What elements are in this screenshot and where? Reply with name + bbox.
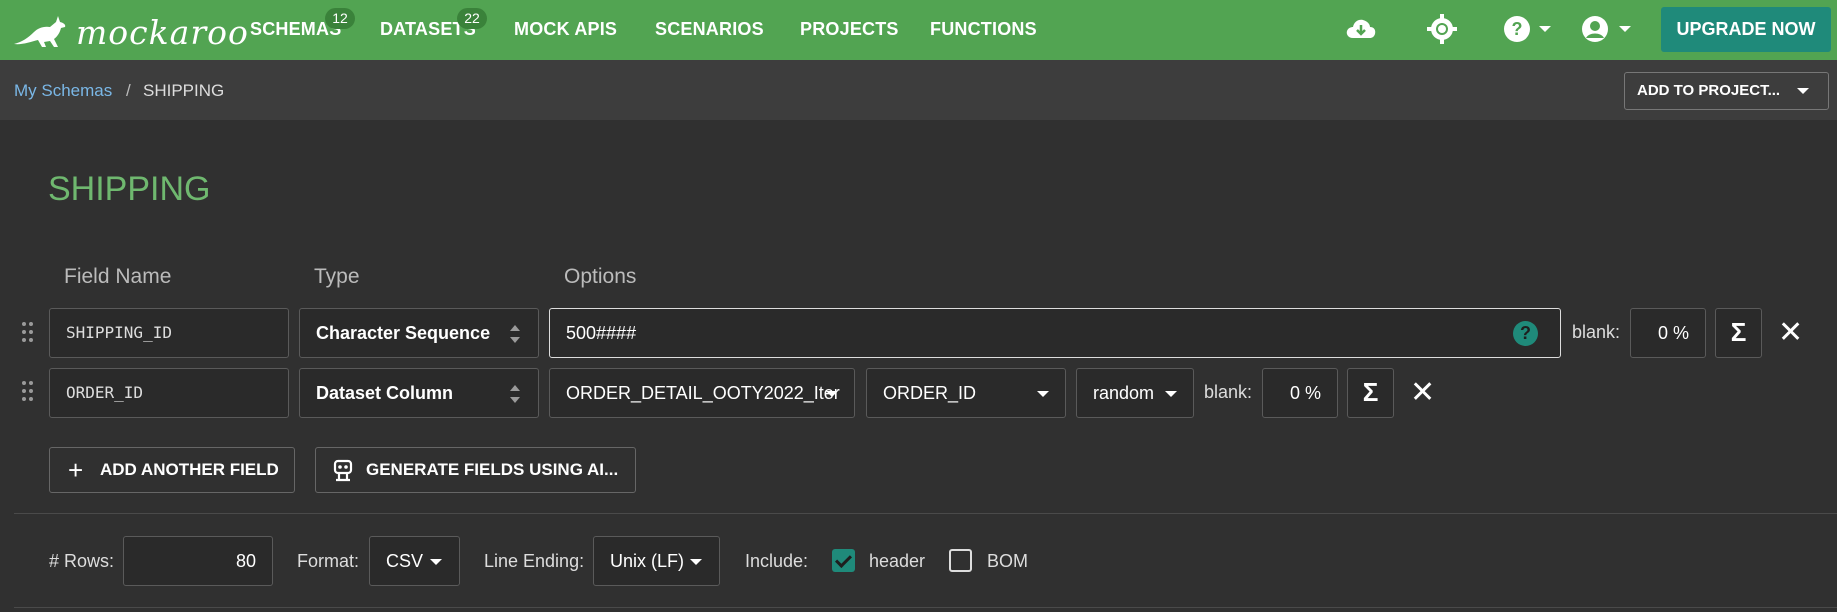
plus-icon: + bbox=[68, 455, 84, 485]
top-navbar: mockaroo SCHEMAS 12 DATASETS 22 MOCK API… bbox=[0, 0, 1837, 60]
select-arrows-icon bbox=[510, 325, 520, 343]
mockaroo-logo[interactable]: mockaroo bbox=[12, 10, 248, 52]
brand-name: mockaroo bbox=[76, 13, 249, 52]
format-label: Format: bbox=[297, 551, 360, 571]
column-select[interactable]: ORDER_ID bbox=[866, 368, 1066, 418]
options-value: 500#### bbox=[566, 323, 637, 343]
column-header-type: Type bbox=[314, 265, 360, 288]
remove-field-close-icon[interactable]: ✕ bbox=[1410, 378, 1435, 408]
chevron-down-icon bbox=[1797, 88, 1809, 94]
help-icon[interactable]: ? bbox=[1513, 321, 1538, 346]
breadcrumb-my-schemas-link[interactable]: My Schemas bbox=[14, 81, 112, 101]
blank-label: blank: bbox=[1204, 382, 1253, 402]
field-type-select[interactable]: Character Sequence bbox=[299, 308, 539, 358]
header-checkbox[interactable] bbox=[832, 549, 855, 572]
remove-field-close-icon[interactable]: ✕ bbox=[1778, 318, 1803, 348]
drag-handle-icon[interactable] bbox=[22, 322, 34, 344]
formula-sigma-button[interactable]: Σ bbox=[1347, 368, 1394, 418]
line-ending-select[interactable]: Unix (LF) bbox=[593, 536, 720, 586]
divider bbox=[14, 607, 1837, 608]
rows-input[interactable]: 80 bbox=[123, 536, 273, 586]
header-checkbox-label: header bbox=[869, 551, 926, 571]
kangaroo-icon bbox=[14, 16, 66, 47]
dataset-select-value: ORDER_DETAIL_OOTY2022_Iter bbox=[566, 383, 840, 403]
field-type-label: Character Sequence bbox=[316, 323, 491, 343]
line-ending-select-value: Unix (LF) bbox=[610, 551, 685, 571]
bom-checkbox[interactable] bbox=[949, 549, 972, 572]
blank-label: blank: bbox=[1572, 322, 1621, 342]
bom-checkbox-label: BOM bbox=[987, 551, 1029, 571]
schemas-count-badge: 12 bbox=[325, 8, 355, 29]
dataset-select[interactable]: ORDER_DETAIL_OOTY2022_Iter bbox=[549, 368, 855, 418]
add-another-field-label: ADD ANOTHER FIELD bbox=[100, 460, 279, 479]
format-select-value: CSV bbox=[386, 551, 424, 571]
brightness-icon[interactable] bbox=[1427, 14, 1457, 49]
include-label: Include: bbox=[745, 551, 809, 571]
field-name-input[interactable]: SHIPPING_ID bbox=[49, 308, 289, 358]
mode-select[interactable]: random bbox=[1076, 368, 1194, 418]
chevron-down-icon bbox=[690, 559, 702, 565]
add-another-field-button[interactable]: + ADD ANOTHER FIELD bbox=[49, 447, 295, 493]
add-to-project-label: ADD TO PROJECT... bbox=[1637, 82, 1781, 99]
format-select[interactable]: CSV bbox=[369, 536, 460, 586]
help-chevron-down-icon[interactable] bbox=[1539, 26, 1551, 32]
drag-handle-icon[interactable] bbox=[22, 381, 34, 403]
column-header-field-name: Field Name bbox=[64, 265, 172, 288]
breadcrumb: My Schemas / SHIPPING ADD TO PROJECT... bbox=[0, 60, 1837, 120]
formula-sigma-button[interactable]: Σ bbox=[1715, 308, 1762, 358]
blank-percent-input[interactable]: 0 % bbox=[1262, 368, 1338, 418]
generate-fields-ai-button[interactable]: GENERATE FIELDS USING AI... bbox=[315, 447, 636, 493]
nav-scenarios[interactable]: SCENARIOS bbox=[655, 19, 764, 40]
field-type-label: Dataset Column bbox=[316, 383, 454, 403]
mode-select-value: random bbox=[1093, 383, 1155, 403]
column-header-options: Options bbox=[564, 265, 637, 288]
options-input[interactable]: 500#### ? bbox=[549, 308, 1561, 358]
chevron-down-icon bbox=[826, 391, 838, 397]
nav-projects[interactable]: PROJECTS bbox=[800, 19, 899, 40]
select-arrows-icon bbox=[510, 385, 520, 403]
datasets-count-badge: 22 bbox=[457, 8, 487, 29]
help-icon[interactable]: ? bbox=[1503, 15, 1531, 48]
generate-fields-ai-label: GENERATE FIELDS USING AI... bbox=[366, 460, 619, 479]
upgrade-now-button[interactable]: UPGRADE NOW bbox=[1661, 7, 1831, 52]
chevron-down-icon bbox=[430, 559, 442, 565]
svg-text:?: ? bbox=[1512, 19, 1523, 39]
divider bbox=[14, 513, 1837, 514]
field-type-select[interactable]: Dataset Column bbox=[299, 368, 539, 418]
column-select-value: ORDER_ID bbox=[883, 383, 977, 403]
breadcrumb-separator: / bbox=[126, 81, 131, 100]
line-ending-label: Line Ending: bbox=[484, 551, 585, 571]
robot-icon bbox=[333, 459, 353, 482]
field-name-input[interactable]: ORDER_ID bbox=[49, 368, 289, 418]
nav-functions[interactable]: FUNCTIONS bbox=[930, 19, 1037, 40]
blank-percent-input[interactable]: 0 % bbox=[1630, 308, 1706, 358]
chevron-down-icon bbox=[1037, 391, 1049, 397]
add-to-project-button[interactable]: ADD TO PROJECT... bbox=[1624, 72, 1829, 110]
cloud-download-icon[interactable] bbox=[1345, 16, 1377, 47]
account-icon[interactable] bbox=[1581, 15, 1609, 48]
account-chevron-down-icon[interactable] bbox=[1619, 26, 1631, 32]
nav-mock-apis[interactable]: MOCK APIS bbox=[514, 19, 617, 40]
breadcrumb-current: SHIPPING bbox=[143, 81, 225, 100]
chevron-down-icon bbox=[1165, 391, 1177, 397]
page-title: SHIPPING bbox=[48, 170, 211, 208]
rows-label: # Rows: bbox=[49, 551, 115, 571]
